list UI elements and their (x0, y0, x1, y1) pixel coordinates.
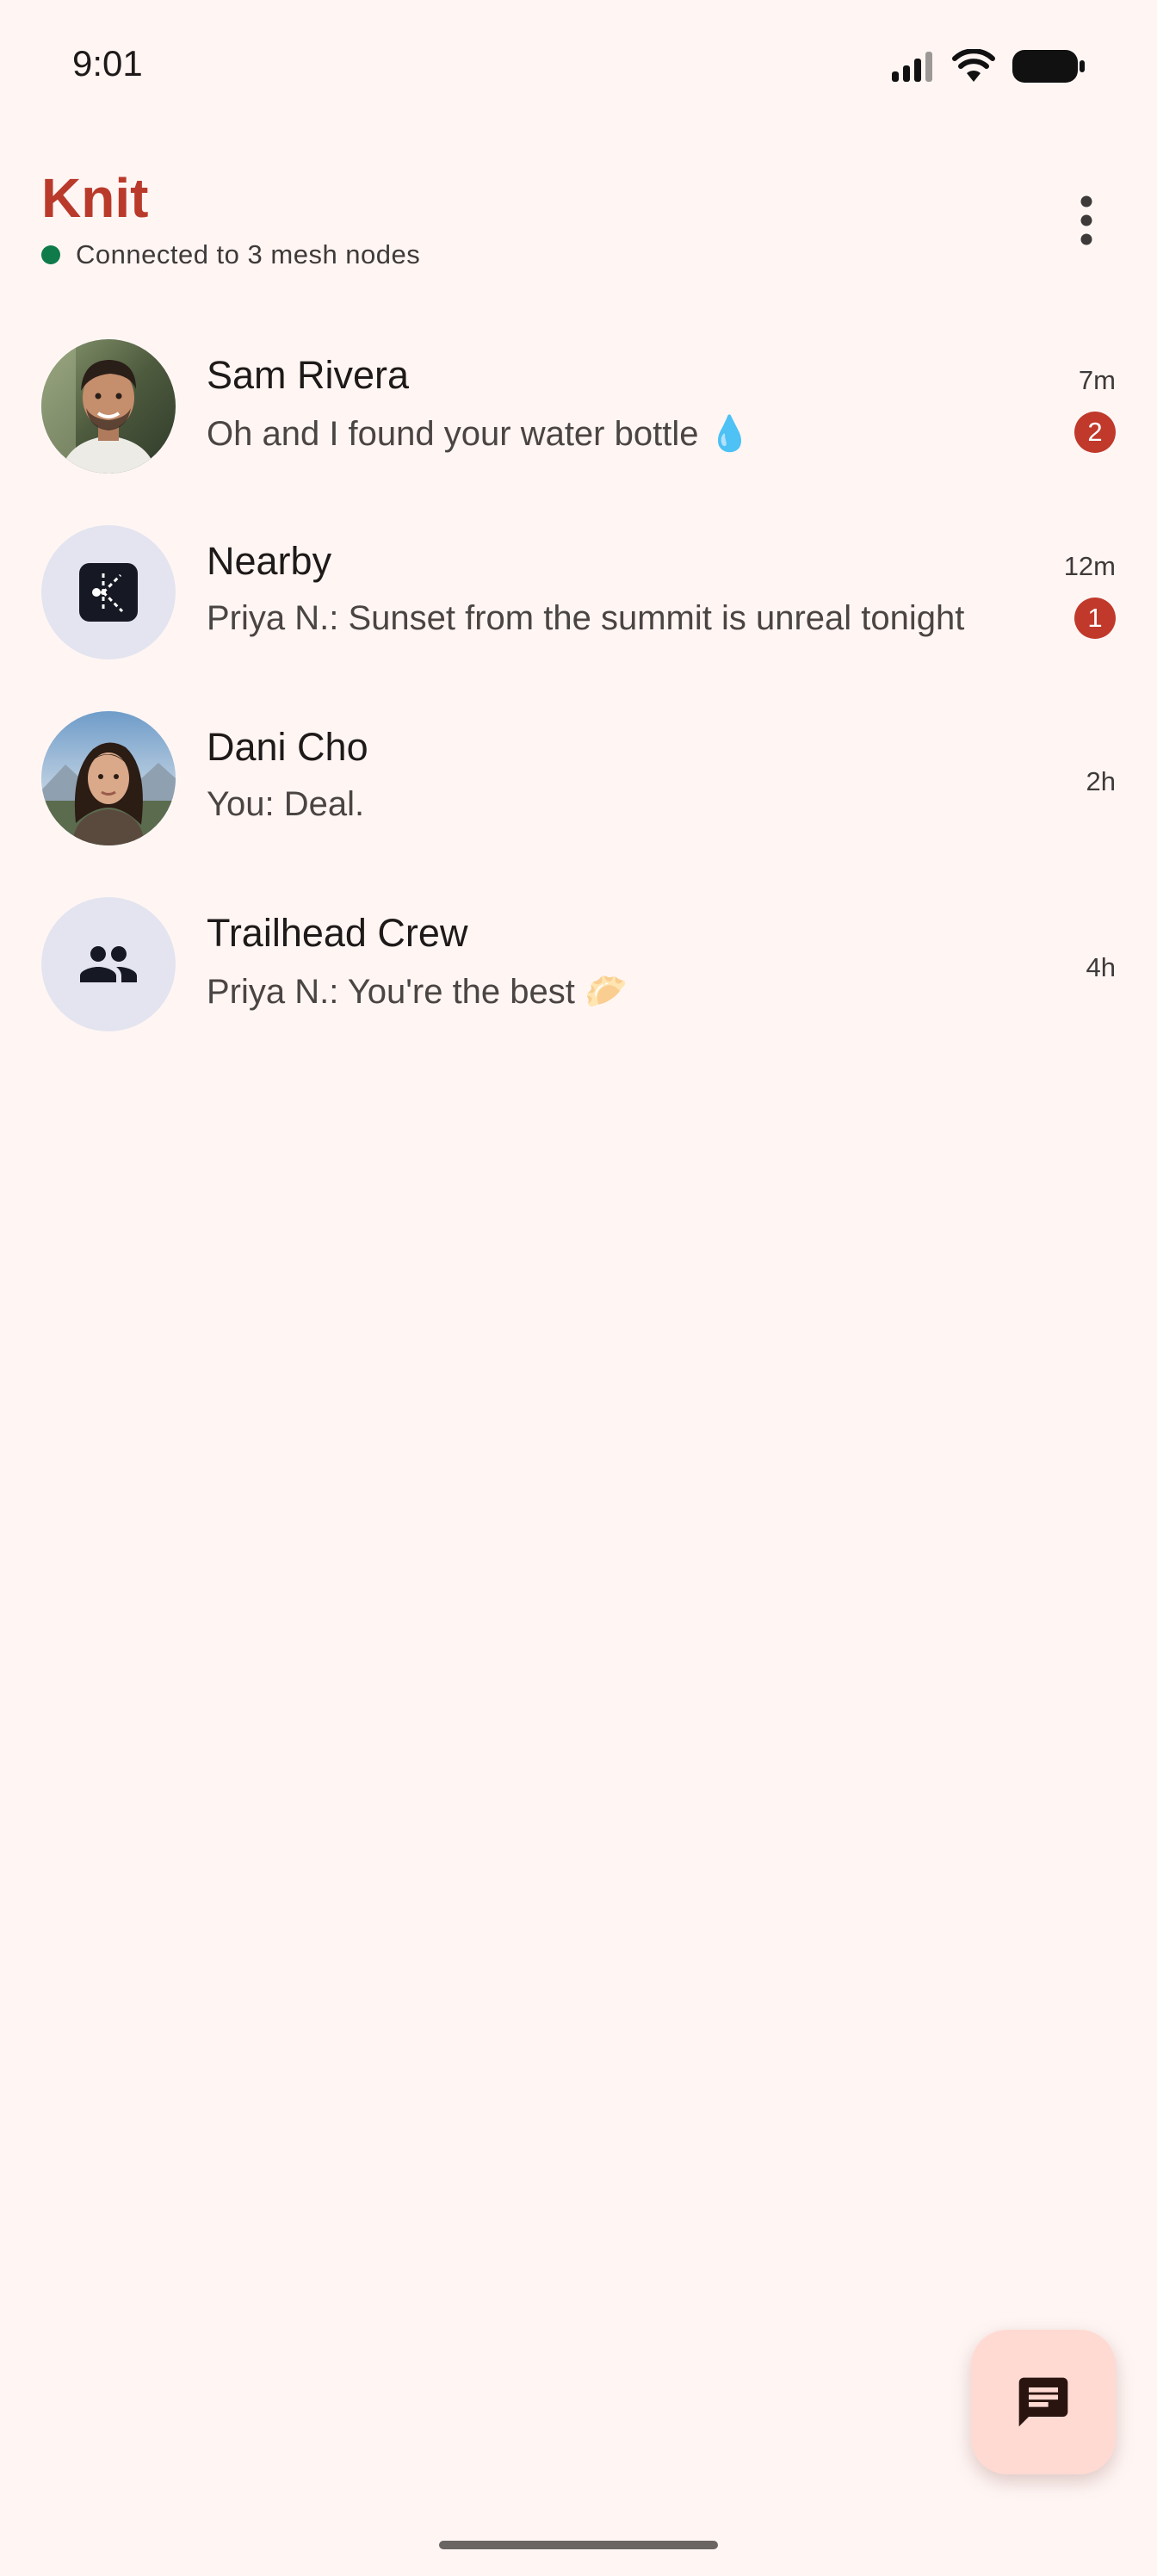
chat-icon (1018, 2377, 1068, 2427)
chat-preview: You: Deal. (207, 785, 365, 823)
signal-icon (892, 52, 932, 82)
chat-name: Dani Cho (207, 725, 368, 769)
chat-row-sam-rivera[interactable]: Sam Rivera Oh and I found your water bot… (0, 327, 1157, 513)
app-title: Knit (41, 167, 149, 229)
connection-dot (41, 245, 60, 264)
chat-name: Sam Rivera (207, 353, 410, 397)
avatar-photo (41, 339, 176, 474)
chat-preview: Priya N.: Sunset from the summit is unre… (207, 599, 965, 637)
status-icons (890, 48, 1085, 84)
status-time: 9:01 (72, 43, 143, 84)
overflow-menu-button[interactable] (1050, 184, 1123, 257)
connection-status-text: Connected to 3 mesh nodes (76, 239, 421, 269)
home-indicator[interactable] (439, 2541, 718, 2549)
chat-time: 4h (1086, 952, 1116, 982)
chat-list: Sam Rivera Oh and I found your water bot… (0, 327, 1157, 1071)
chat-row-trailhead-crew[interactable]: Trailhead Crew Priya N.: You're the best… (0, 885, 1157, 1071)
knit-mesh-icon (79, 563, 138, 622)
chat-time: 12m (1063, 551, 1116, 581)
wifi-icon (952, 49, 995, 82)
chat-row-dani-cho[interactable]: Dani Cho You: Deal. 2h (0, 699, 1157, 885)
avatar (41, 897, 176, 1031)
battery-icon (1012, 50, 1085, 83)
chat-list-screen: 9:01 Knit Connected to 3 mesh nodes Sam … (0, 0, 1157, 2576)
avatar (41, 339, 176, 474)
group-icon (80, 946, 137, 982)
avatar (41, 711, 176, 845)
avatar (41, 525, 176, 659)
new-chat-fab[interactable] (971, 2330, 1116, 2474)
chat-time: 7m (1078, 365, 1116, 395)
unread-badge: 1 (1074, 598, 1116, 639)
chat-preview: Oh and I found your water bottle 💧 (207, 415, 752, 453)
chat-preview: Priya N.: You're the best 🥟 (207, 973, 628, 1011)
chat-time: 2h (1086, 766, 1116, 796)
chat-row-nearby[interactable]: Nearby Priya N.: Sunset from the summit … (0, 513, 1157, 699)
connection-status: Connected to 3 mesh nodes (41, 238, 420, 272)
status-bar: 9:01 (0, 0, 1157, 134)
unread-badge: 2 (1074, 412, 1116, 453)
avatar-photo (41, 711, 176, 845)
more-vert-icon (1080, 195, 1092, 245)
chat-name: Nearby (207, 539, 332, 583)
chat-name: Trailhead Crew (207, 911, 468, 955)
